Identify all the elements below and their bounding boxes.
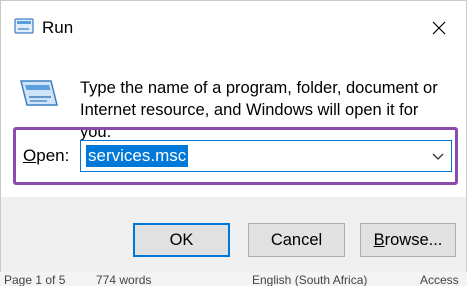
title-bar[interactable]: Run [1, 1, 466, 53]
word-count: 774 words [96, 273, 152, 286]
open-combobox[interactable]: services.msc [80, 140, 452, 172]
ok-button[interactable]: OK [133, 223, 230, 257]
language-status: English (South Africa) [252, 273, 368, 286]
chevron-down-icon [432, 153, 444, 160]
background-status-bar: Page 1 of 5 774 words English (South Afr… [0, 272, 467, 286]
window-title: Run [42, 18, 74, 37]
cancel-button[interactable]: Cancel [248, 223, 345, 257]
run-prompt-icon [17, 75, 61, 115]
dropdown-button[interactable] [431, 150, 445, 162]
open-label: Open: [23, 146, 70, 165]
run-icon [14, 18, 34, 36]
run-dialog: Run Type the name of a program, folder, … [0, 0, 467, 272]
browse-button[interactable]: Browse... [360, 223, 456, 257]
open-input[interactable]: services.msc [86, 145, 189, 167]
accessibility-status: Access [420, 273, 459, 286]
close-button[interactable] [417, 9, 461, 47]
page-count: Page 1 of 5 [4, 273, 66, 286]
close-icon [432, 21, 446, 35]
